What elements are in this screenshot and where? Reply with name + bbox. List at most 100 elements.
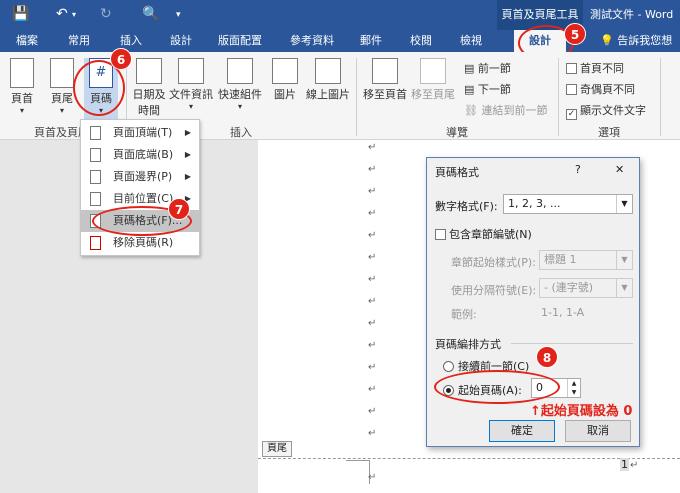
chevron-down-icon: ▾	[59, 106, 64, 115]
step-8-badge: 8	[536, 346, 558, 368]
goto-header-button[interactable]: 移至頁首	[362, 58, 408, 102]
tab-design-doc[interactable]: 設計	[170, 30, 192, 52]
checkbox-icon	[435, 229, 446, 240]
ok-button[interactable]: 確定	[489, 420, 555, 442]
help-button[interactable]: ?	[575, 163, 581, 176]
goto-footer-label: 移至頁尾	[411, 88, 455, 101]
chevron-down-icon: ▾	[237, 102, 242, 111]
footer-button[interactable]: 頁尾 ▾	[48, 58, 76, 115]
include-chapter-checkbox[interactable]: 包含章節編號(N)	[435, 226, 532, 242]
separator-select[interactable]: - (連字號) ▼	[539, 278, 633, 298]
header-label: 頁首	[11, 92, 33, 105]
number-format-label: 數字格式(F):	[435, 200, 498, 213]
undo-icon[interactable]: ↶	[56, 6, 68, 22]
checkbox-icon	[566, 84, 577, 95]
customize-qat-icon[interactable]: ▾	[176, 10, 181, 20]
redo-icon[interactable]: ↻	[100, 6, 112, 22]
tab-mailings[interactable]: 郵件	[360, 30, 382, 52]
tab-layout[interactable]: 版面配置	[218, 30, 262, 52]
page-margin-icon	[90, 170, 101, 184]
paragraph-mark: ↵	[368, 362, 377, 373]
paragraph-mark: ↵	[368, 406, 377, 417]
paragraph-mark: ↵	[368, 340, 377, 351]
quick-parts-icon	[227, 58, 253, 84]
doc-info-button[interactable]: 文件資訊 ▾	[168, 58, 214, 111]
page-top-icon	[90, 126, 101, 140]
group-label-insert: 插入	[230, 126, 252, 139]
dialog-title: 頁碼格式	[435, 166, 479, 179]
menu-item-label: 目前位置(C)	[113, 192, 174, 205]
goto-footer-button[interactable]: 移至頁尾	[410, 58, 456, 102]
menu-item-bottom-of-page[interactable]: 頁面底端(B) ▶	[81, 144, 199, 166]
spin-down-icon[interactable]: ▼	[567, 388, 580, 397]
chapter-style-select[interactable]: 標題 1 ▼	[539, 250, 633, 270]
chevron-right-icon: ▶	[184, 128, 191, 137]
group-label-options: 選項	[598, 126, 620, 139]
calendar-icon	[136, 58, 162, 84]
group-label-navigation: 導覽	[446, 126, 468, 139]
paragraph-mark: ↵	[368, 428, 377, 439]
step-7-badge: 7	[168, 198, 190, 220]
paragraph-mark: ↵	[368, 252, 377, 263]
menu-item-top-of-page[interactable]: 頁面頂端(T) ▶	[81, 122, 199, 144]
lightbulb-icon: 💡	[600, 34, 614, 47]
next-section-button[interactable]: ▤ 下一節	[464, 81, 511, 97]
chevron-down-icon: ▾	[188, 102, 193, 111]
date-time-label-2: 時間	[138, 104, 160, 117]
chevron-right-icon: ▶	[184, 172, 191, 181]
step-6-badge: 6	[110, 48, 132, 70]
paragraph-mark: ↵	[368, 142, 377, 153]
print-preview-icon[interactable]: 🔍	[142, 6, 159, 22]
link-previous-button[interactable]: ⛓ 連結到前一節	[464, 102, 547, 118]
close-button[interactable]: ✕	[615, 163, 624, 176]
footer-page-number[interactable]: 1	[620, 458, 629, 471]
checkmark-icon: ✓	[566, 109, 577, 120]
save-icon[interactable]: 💾	[12, 6, 29, 22]
quick-parts-label: 快速組件	[218, 88, 262, 101]
date-time-button[interactable]: 日期及 時間	[130, 58, 168, 118]
remove-page-number-icon	[90, 236, 101, 250]
tab-view[interactable]: 檢視	[460, 30, 482, 52]
quick-parts-button[interactable]: 快速組件 ▾	[216, 58, 264, 111]
next-icon: ▤	[464, 83, 475, 96]
tab-references[interactable]: 參考資料	[290, 30, 334, 52]
number-format-select[interactable]: 1, 2, 3, ... ▼	[503, 194, 633, 214]
divider	[511, 343, 633, 344]
previous-section-button[interactable]: ▤ 前一節	[464, 60, 511, 76]
margin-corner	[346, 460, 370, 484]
tab-review[interactable]: 校閱	[410, 30, 432, 52]
previous-label: 前一節	[477, 62, 511, 75]
different-odd-even-checkbox[interactable]: 奇偶頁不同	[566, 81, 635, 97]
menu-item-label: 頁面邊界(P)	[113, 170, 173, 183]
different-first-page-checkbox[interactable]: 首頁不同	[566, 60, 624, 76]
tell-me-box[interactable]: 💡 告訴我您想要	[600, 30, 680, 69]
online-picture-button[interactable]: 線上圖片	[304, 58, 352, 102]
cancel-button[interactable]: 取消	[565, 420, 631, 442]
header-button[interactable]: 頁首 ▾	[8, 58, 36, 115]
online-picture-icon	[315, 58, 341, 84]
chevron-down-icon: ▾	[19, 106, 24, 115]
picture-icon	[272, 58, 298, 84]
checkbox-icon	[566, 63, 577, 74]
separator-value: - (連字號)	[544, 281, 594, 294]
menu-item-page-margins[interactable]: 頁面邊界(P) ▶	[81, 166, 199, 188]
number-format-value: 1, 2, 3, ...	[508, 197, 561, 210]
undo-dropdown-icon[interactable]: ▾	[72, 10, 76, 19]
menu-item-label: 頁面頂端(T)	[113, 126, 173, 139]
picture-button[interactable]: 圖片	[270, 58, 300, 102]
separator-label: 使用分隔符號(E):	[451, 284, 537, 297]
divider	[356, 58, 357, 136]
paragraph-mark: ↵	[368, 186, 377, 197]
footer-tag: 頁尾	[262, 441, 292, 457]
paragraph-mark: ↵	[368, 472, 377, 483]
online-picture-label: 線上圖片	[306, 88, 350, 101]
chevron-down-icon: ▼	[616, 279, 632, 297]
goto-header-icon	[372, 58, 398, 84]
spin-up-icon[interactable]: ▲	[567, 379, 580, 388]
tab-home[interactable]: 常用	[68, 30, 90, 52]
footer-boundary	[258, 458, 680, 459]
menu-item-label: 移除頁碼(R)	[113, 236, 174, 249]
show-document-text-checkbox[interactable]: ✓ 顯示文件文字	[566, 102, 646, 120]
tab-file[interactable]: 檔案	[16, 30, 38, 52]
chapter-style-label: 章節起始樣式(P):	[451, 256, 536, 269]
